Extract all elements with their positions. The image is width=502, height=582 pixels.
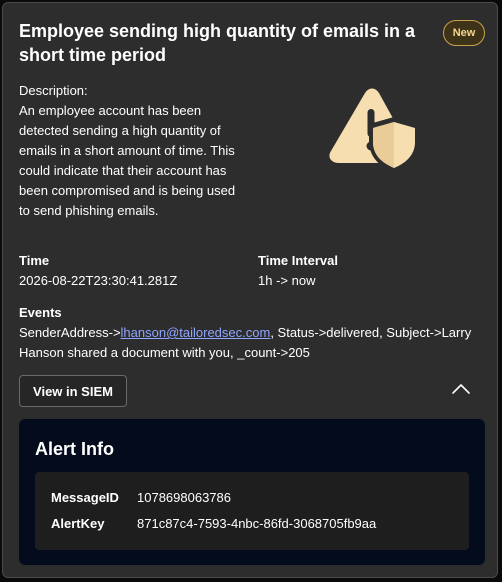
view-in-siem-button[interactable]: View in SIEM — [19, 375, 127, 407]
events-label: Events — [19, 305, 62, 320]
chevron-up-icon[interactable] — [449, 377, 473, 401]
time-label: Time — [19, 253, 50, 268]
time-interval-value: 1h -> now — [258, 273, 316, 288]
alert-info-details: MessageID 1078698063786 AlertKey 871c87c… — [35, 472, 469, 550]
status-badge: New — [443, 20, 485, 46]
alert-info-section: Alert Info MessageID 1078698063786 Alert… — [19, 419, 485, 565]
alert-key-label: AlertKey — [51, 516, 105, 531]
events-text: SenderAddress->lhanson@tailoredsec.com, … — [19, 323, 479, 363]
description-label: Description: — [19, 83, 88, 98]
events-prefix: SenderAddress-> — [19, 325, 121, 340]
alert-card: Employee sending high quantity of emails… — [2, 2, 498, 578]
sender-email-link[interactable]: lhanson@tailoredsec.com — [121, 325, 271, 340]
warning-shield-icon — [329, 88, 419, 173]
description-text: An employee account has been detected se… — [19, 103, 236, 218]
time-value: 2026-08-22T23:30:41.281Z — [19, 273, 178, 288]
alert-key-value: 871c87c4-7593-4nbc-86fd-3068705fb9aa — [137, 516, 377, 531]
time-interval-label: Time Interval — [258, 253, 338, 268]
alert-title: Employee sending high quantity of emails… — [19, 21, 416, 65]
message-id-value: 1078698063786 — [137, 490, 231, 505]
alert-info-title: Alert Info — [35, 439, 114, 459]
message-id-label: MessageID — [51, 490, 119, 505]
